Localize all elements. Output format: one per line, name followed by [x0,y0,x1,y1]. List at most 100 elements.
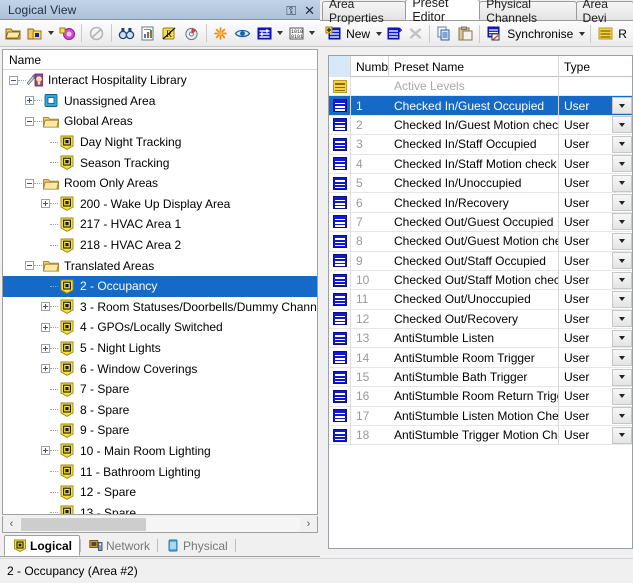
tree-item[interactable]: 3 - Room Statuses/Doorbells/Dummy Channe… [3,297,317,318]
tab-area-devi[interactable]: Area Devi [576,1,633,20]
collapse-icon[interactable] [25,179,34,188]
identify-icon[interactable] [211,22,232,45]
tree-item[interactable]: 8 - Spare [3,400,317,421]
tab-physical-channels[interactable]: Physical Channels [479,1,576,20]
levels-icon[interactable] [254,22,275,45]
preset-name-cell[interactable]: AntiStumble Trigger Motion Check [389,426,559,445]
tree-horizontal-scrollbar[interactable]: ‹ › [2,516,318,533]
preset-type-cell[interactable]: User [559,309,632,328]
type-dropdown-arrow-icon[interactable] [612,194,632,211]
preset-name-cell[interactable]: AntiStumble Listen Motion Check [389,406,559,425]
type-dropdown-arrow-icon[interactable] [612,310,632,327]
preset-name-cell[interactable]: Checked Out/Unoccupied [389,290,559,309]
view-tab-physical[interactable]: Physical [158,535,235,556]
type-dropdown-arrow-icon[interactable] [612,427,632,444]
synchronise-dropdown-arrow[interactable] [577,22,586,45]
type-dropdown-arrow-icon[interactable] [612,291,632,308]
pin-icon[interactable]: ⚿ [286,4,296,17]
tree-item[interactable]: Season Tracking [3,152,317,173]
table-row[interactable]: 4Checked In/Staff Motion checkUser [329,155,632,174]
table-row[interactable]: 16AntiStumble Room Return TriggerUser [329,387,632,406]
type-dropdown-arrow-icon[interactable] [612,407,632,424]
table-row[interactable]: 2Checked In/Guest Motion checkUser [329,116,632,135]
expand-icon[interactable] [41,446,50,455]
preset-name-cell[interactable]: AntiStumble Bath Trigger [389,367,559,386]
new-preset-icon[interactable] [323,22,343,45]
table-row[interactable]: 14AntiStumble Room TriggerUser [329,348,632,367]
binary-dropdown-arrow[interactable] [308,22,317,45]
tree-item[interactable]: 13 - Spare [3,502,317,514]
preset-type-cell[interactable]: User [559,232,632,251]
disc-icon[interactable] [181,22,202,45]
preset-type-cell[interactable]: User [559,367,632,386]
view-tab-network[interactable]: Network [81,535,157,556]
type-dropdown-arrow-icon[interactable] [612,369,632,386]
tree-item[interactable]: Translated Areas [3,255,317,276]
tab-area-properties[interactable]: Area Properties [322,1,406,20]
type-dropdown-arrow-icon[interactable] [612,252,632,269]
binary-icon[interactable]: 10100101 [286,22,307,45]
table-row[interactable]: 11Checked Out/UnoccupiedUser [329,290,632,309]
duplicate-preset-icon[interactable] [384,22,404,45]
tree-item[interactable]: 217 - HVAC Area 1 [3,214,317,235]
table-row[interactable]: 9Checked Out/Staff OccupiedUser [329,252,632,271]
preset-name-cell[interactable]: Checked In/Recovery [389,193,559,212]
open-folder-icon[interactable] [3,22,24,45]
tree-item[interactable]: 12 - Spare [3,482,317,503]
table-row[interactable]: Active Levels [329,77,632,96]
expand-icon[interactable] [41,364,50,373]
view-tab-logical[interactable]: Logical [4,535,80,556]
type-dropdown-arrow-icon[interactable] [612,97,632,114]
preset-name-cell[interactable]: Checked Out/Guest Occupied [389,212,559,231]
grid-header-preset-name[interactable]: Preset Name [389,56,559,77]
collapse-icon[interactable] [25,117,34,126]
type-dropdown-arrow-icon[interactable] [612,388,632,405]
table-row[interactable]: 18AntiStumble Trigger Motion CheckUser [329,426,632,445]
preset-name-cell[interactable]: Checked In/Staff Occupied [389,135,559,154]
type-dropdown-arrow-icon[interactable] [612,175,632,192]
tab-preset-editor[interactable]: Preset Editor [405,0,480,20]
preset-type-cell[interactable]: User [559,193,632,212]
preset-name-cell[interactable]: Active Levels [389,77,559,96]
paste-icon[interactable] [455,22,475,45]
scroll-track[interactable] [20,517,300,532]
tree-item[interactable]: Unassigned Area [3,91,317,112]
expand-icon[interactable] [41,344,50,353]
table-row[interactable]: 5Checked In/UnoccupiedUser [329,174,632,193]
table-row[interactable]: 13AntiStumble ListenUser [329,329,632,348]
tree-item[interactable]: 218 - HVAC Area 2 [3,235,317,256]
record-button-label[interactable]: R [616,27,630,41]
grid-header-number[interactable]: Numb [351,56,389,77]
grid-header-type[interactable]: Type [559,56,632,77]
preset-name-cell[interactable]: Checked In/Staff Motion check [389,154,559,173]
tree-item[interactable]: Interact Hospitality Library [3,70,317,91]
tree-item[interactable]: 11 - Bathroom Lighting [3,461,317,482]
preset-name-cell[interactable]: Checked In/Guest Occupied [389,96,559,115]
type-dropdown-arrow-icon[interactable] [612,233,632,250]
preset-type-cell[interactable] [559,77,632,96]
synchronise-button-label[interactable]: Synchronise [505,27,576,41]
preset-name-cell[interactable]: AntiStumble Room Trigger [389,348,559,367]
tree-item[interactable]: 6 - Window Coverings [3,358,317,379]
rename-icon[interactable]: R [159,22,180,45]
new-button-label[interactable]: New [344,27,373,41]
table-row[interactable]: 7Checked Out/Guest OccupiedUser [329,213,632,232]
new-dropdown-arrow[interactable] [374,22,383,45]
tree-item[interactable]: Global Areas [3,111,317,132]
find-icon[interactable] [116,22,137,45]
tree-item[interactable]: 10 - Main Room Lighting [3,441,317,462]
tree-item[interactable]: 7 - Spare [3,379,317,400]
preset-name-cell[interactable]: Checked In/Guest Motion check [389,115,559,134]
type-dropdown-arrow-icon[interactable] [612,272,632,289]
type-dropdown-arrow-icon[interactable] [612,330,632,347]
type-dropdown-arrow-icon[interactable] [612,349,632,366]
preview-icon[interactable] [232,22,253,45]
preset-name-cell[interactable]: Checked Out/Staff Motion check [389,270,559,289]
tree-item-selected[interactable]: 2 - Occupancy [3,276,317,297]
preset-type-cell[interactable]: User [559,154,632,173]
scroll-right-arrow[interactable]: › [300,517,317,532]
table-row[interactable]: 6Checked In/RecoveryUser [329,193,632,212]
preset-type-cell[interactable]: User [559,251,632,270]
preset-name-cell[interactable]: Checked Out/Staff Occupied [389,251,559,270]
tree-item[interactable]: 5 - Night Lights [3,338,317,359]
